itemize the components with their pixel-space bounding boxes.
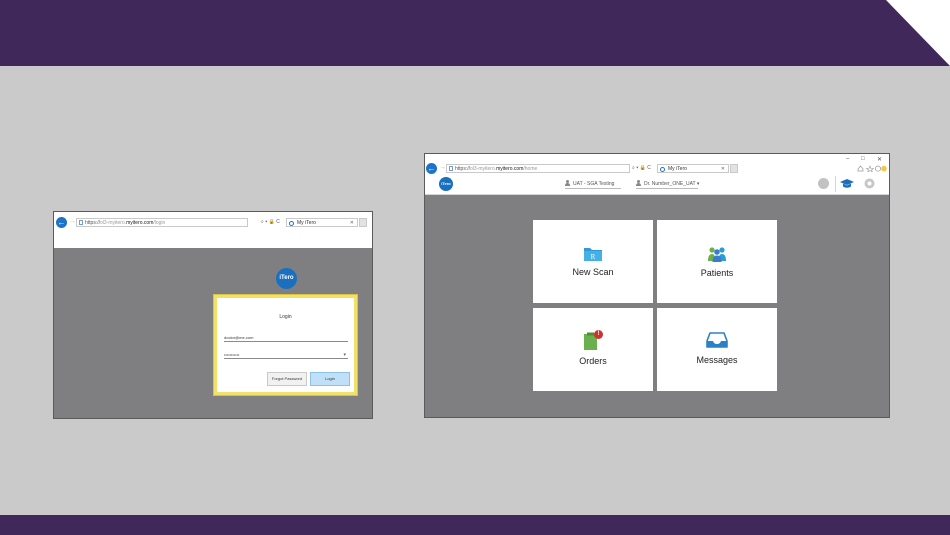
url-scheme: https://: [85, 220, 101, 226]
learning-cap-icon[interactable]: [840, 178, 854, 189]
orders-badge: !: [594, 330, 603, 339]
tab-favicon-icon: [289, 221, 294, 226]
tab-close-icon[interactable]: ✕: [721, 165, 725, 173]
browser-toolbar: ← → https://ol3-myitero.myitero.com/logi…: [54, 212, 372, 248]
tab-my-itero[interactable]: My iTero ✕: [286, 218, 358, 227]
itero-logo: iTero: [276, 268, 297, 289]
url-host: myitero.com: [126, 220, 154, 226]
url-path: /home: [523, 166, 538, 172]
url-subdomain: ol3-myitero.: [470, 166, 497, 172]
back-arrow-icon[interactable]: ←: [426, 163, 437, 174]
tile-label: Orders: [579, 356, 607, 366]
password-field[interactable]: ••••••••••• ▾: [224, 351, 348, 359]
home-browser-window: ← → https://ol3-myitero.myitero.com/home…: [424, 153, 890, 418]
new-tab-button[interactable]: [359, 218, 367, 227]
patients-icon: [708, 247, 726, 262]
practice-selector[interactable]: UAT - SGA Testing: [565, 180, 614, 187]
minimize-button[interactable]: –: [846, 156, 849, 162]
address-tools[interactable]: ⌕ ▾ 🔒 C: [632, 165, 651, 171]
email-field[interactable]: doctor@me.com: [224, 334, 348, 342]
app-header: iTero UAT - SGA Testing Dr. Number_ONE_U…: [425, 174, 889, 195]
login-title: Login: [279, 314, 292, 320]
password-value: •••••••••••: [224, 352, 240, 357]
user-avatar-icon[interactable]: [818, 178, 829, 189]
forward-arrow-icon[interactable]: →: [439, 163, 446, 173]
tab-title: My iTero: [668, 166, 687, 172]
login-button[interactable]: Login: [310, 372, 350, 386]
login-form-panel: Login doctor@me.com ••••••••••• ▾ Forgot…: [213, 294, 358, 396]
maximize-button[interactable]: □: [861, 156, 865, 162]
address-bar[interactable]: https://ol3-myitero.myitero.com/login: [76, 218, 248, 227]
practice-name: UAT - SGA Testing: [573, 181, 615, 187]
tile-patients[interactable]: Patients: [657, 220, 777, 303]
svg-text:R: R: [591, 253, 596, 261]
url-subdomain: ol3-myitero.: [100, 220, 127, 226]
doctor-selector[interactable]: Dr. Number_ONE_UAT ▾: [636, 180, 699, 187]
practice-icon: [565, 180, 570, 186]
forgot-password-button[interactable]: Forgot Password: [267, 372, 307, 386]
forward-arrow-icon[interactable]: →: [69, 217, 76, 227]
slide-header-band: [0, 0, 950, 66]
address-tools[interactable]: ⌕ ▾ 🔒 C: [261, 219, 280, 225]
header-divider: [835, 176, 836, 192]
tile-label: Messages: [696, 355, 738, 365]
back-arrow-icon[interactable]: ←: [56, 217, 67, 228]
tab-my-itero[interactable]: My iTero ✕: [657, 164, 729, 173]
browser-toolbar: ← → https://ol3-myitero.myitero.com/home…: [425, 154, 889, 174]
new-tab-button[interactable]: [730, 164, 738, 173]
url-path: /login: [153, 220, 166, 226]
doctor-dropdown-icon: ▾: [696, 181, 700, 187]
tab-close-icon[interactable]: ✕: [350, 219, 354, 227]
tab-favicon-icon: [660, 167, 665, 172]
slide-footer-band: [0, 515, 950, 535]
doctor-icon: [636, 180, 641, 186]
doctor-underline: [636, 188, 698, 189]
tile-label: New Scan: [572, 267, 614, 277]
folder-scan-icon: R: [584, 248, 602, 261]
tile-orders[interactable]: ! Orders: [533, 308, 653, 391]
itero-logo[interactable]: iTero: [439, 177, 453, 191]
address-bar[interactable]: https://ol3-myitero.myitero.com/home: [446, 164, 630, 173]
tile-messages[interactable]: Messages: [657, 308, 777, 391]
inbox-icon: [706, 332, 728, 348]
url-host: myitero.com: [496, 166, 524, 172]
page-icon: [79, 220, 83, 225]
password-dropdown-icon[interactable]: ▾: [343, 351, 346, 359]
tile-label: Patients: [700, 268, 734, 278]
page-icon: [449, 166, 453, 171]
settings-gear-icon[interactable]: [863, 177, 876, 190]
practice-underline: [565, 188, 621, 189]
doctor-name: Dr. Number_ONE_UAT: [644, 181, 696, 187]
browser-toolbar-icons[interactable]: [857, 165, 887, 172]
close-window-button[interactable]: ✕: [877, 156, 882, 163]
url-scheme: https://: [455, 166, 471, 172]
tab-title: My iTero: [297, 220, 316, 226]
tile-new-scan[interactable]: R New Scan: [533, 220, 653, 303]
